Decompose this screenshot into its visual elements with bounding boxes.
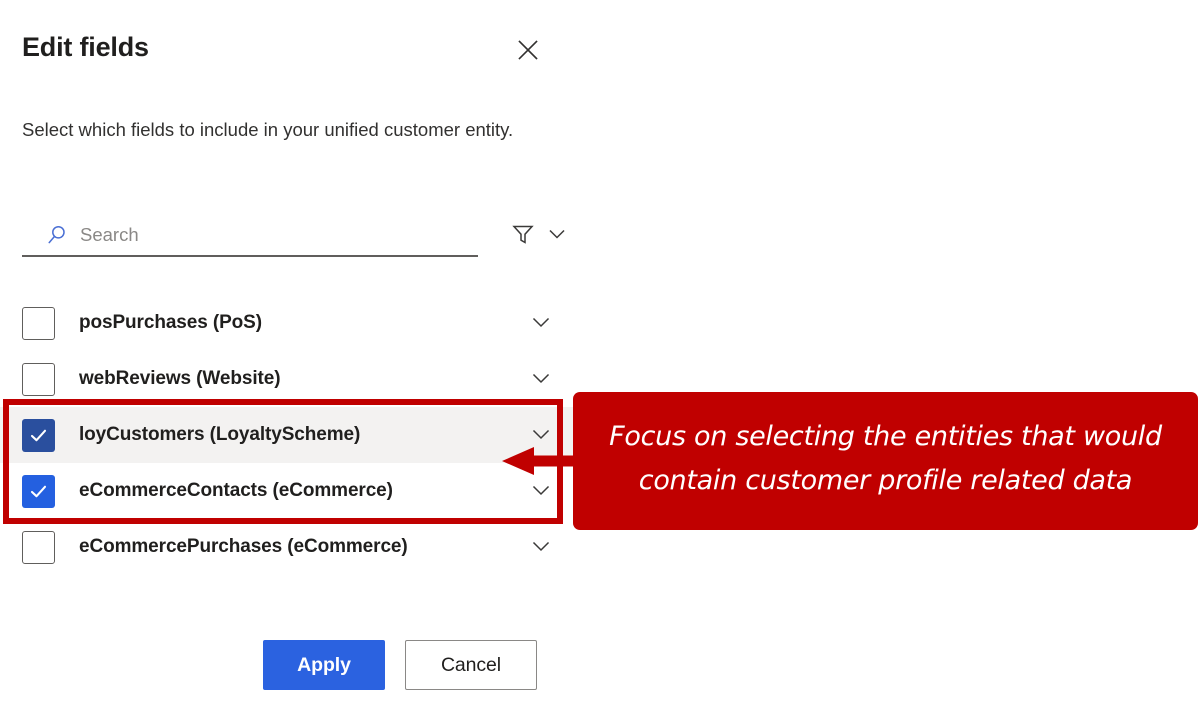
list-item[interactable]: webReviews (Website) [0, 351, 580, 407]
list-item[interactable]: eCommercePurchases (eCommerce) [0, 519, 580, 575]
filter-icon [510, 221, 536, 250]
entity-checkbox[interactable] [22, 474, 55, 508]
apply-button[interactable]: Apply [263, 640, 385, 690]
entity-checkbox[interactable] [22, 530, 55, 564]
entity-label: eCommercePurchases (eCommerce) [79, 536, 408, 557]
search-input[interactable] [80, 219, 478, 250]
chevron-down-icon [529, 422, 553, 449]
search-icon [42, 220, 72, 250]
entity-expand-button[interactable] [525, 531, 557, 563]
entity-label: eCommerceContacts (eCommerce) [79, 480, 393, 501]
list-item[interactable]: posPurchases (PoS) [0, 295, 580, 351]
filter-button[interactable] [506, 218, 540, 252]
chevron-down-icon [529, 310, 553, 337]
chevron-down-icon [546, 223, 568, 248]
chevron-down-icon [529, 534, 553, 561]
edit-fields-panel: Edit fields Select which fields to inclu… [0, 0, 580, 709]
list-item[interactable]: loyCustomers (LoyaltyScheme) [0, 407, 580, 463]
close-icon [515, 37, 541, 63]
entity-expand-button[interactable] [525, 307, 557, 339]
entity-expand-button[interactable] [525, 363, 557, 395]
dialog-footer: Apply Cancel [0, 640, 580, 696]
entity-label: loyCustomers (LoyaltyScheme) [79, 424, 361, 445]
entity-checkbox[interactable] [22, 362, 55, 396]
entity-expand-button[interactable] [525, 475, 557, 507]
close-button[interactable] [506, 28, 550, 72]
entity-list: posPurchases (PoS) webReviews (Website) [0, 295, 580, 575]
chevron-down-icon [529, 366, 553, 393]
chevron-down-icon [529, 478, 553, 505]
entity-expand-button[interactable] [525, 419, 557, 451]
list-item[interactable]: eCommerceContacts (eCommerce) [0, 463, 580, 519]
panel-description: Select which fields to include in your u… [22, 119, 514, 140]
entity-label: webReviews (Website) [79, 368, 281, 389]
cancel-button[interactable]: Cancel [405, 640, 537, 690]
entity-checkbox[interactable] [22, 418, 55, 452]
entity-checkbox[interactable] [22, 306, 55, 340]
search-row [22, 214, 565, 258]
annotation-text: Focus on selecting the entities that wou… [609, 421, 1162, 496]
page-title: Edit fields [22, 32, 149, 62]
annotation-callout: Focus on selecting the entities that wou… [573, 392, 1198, 530]
filter-chevron-button[interactable] [542, 220, 572, 250]
entity-label: posPurchases (PoS) [79, 312, 262, 333]
search-field[interactable] [22, 214, 478, 257]
